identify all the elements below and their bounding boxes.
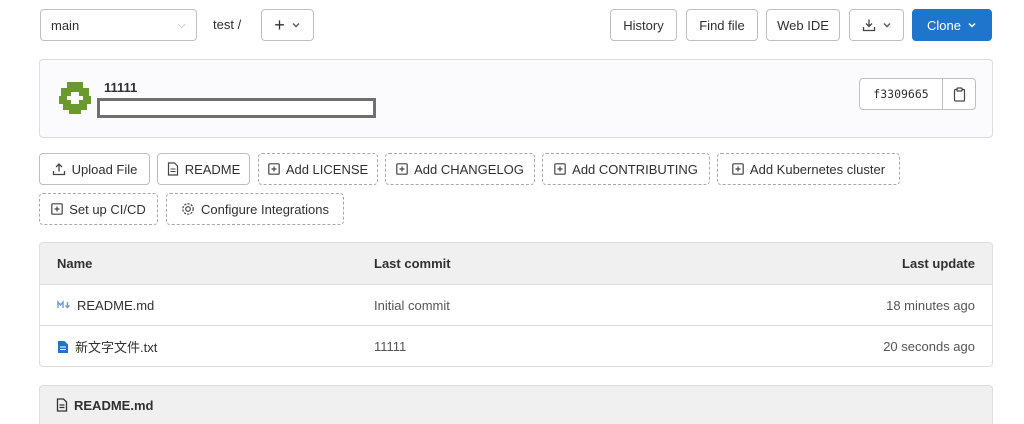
plus-square-icon (268, 163, 280, 175)
upload-file-label: Upload File (71, 161, 138, 177)
plus-icon: + (274, 15, 285, 35)
file-name: README.md (77, 297, 155, 313)
readme-label: README (184, 161, 241, 177)
history-button[interactable]: History (610, 9, 677, 41)
clone-button[interactable]: Clone (912, 9, 992, 41)
find-file-label: Find file (699, 17, 745, 33)
document-icon (167, 162, 179, 176)
readme-header: README.md (39, 385, 993, 424)
markdown-icon (57, 300, 71, 310)
file-link[interactable]: README.md (57, 298, 154, 313)
updated-time: 18 minutes ago (886, 297, 975, 313)
commit-sha-button[interactable]: f3309665 (860, 79, 943, 109)
plus-square-icon (732, 163, 744, 175)
add-contributing-button[interactable]: Add CONTRIBUTING (542, 153, 710, 185)
breadcrumb: test / (213, 17, 242, 32)
chevron-down-icon: ⌵ (177, 18, 186, 31)
commit-message-link[interactable]: 11111 (374, 326, 406, 366)
add-changelog-button[interactable]: Add CHANGELOG (385, 153, 535, 185)
chevron-down-icon (967, 20, 977, 30)
redacted-author (97, 98, 376, 118)
file-tree-table: Name Last commit Last update README.md I… (39, 242, 993, 367)
clone-label: Clone (927, 17, 961, 33)
setup-ci-cd-label: Set up CI/CD (69, 201, 146, 217)
add-license-label: Add LICENSE (285, 161, 369, 177)
plus-square-icon (396, 163, 408, 175)
add-contributing-label: Add CONTRIBUTING (572, 161, 698, 177)
table-header: Name Last commit Last update (40, 243, 992, 285)
upload-icon (52, 162, 66, 176)
table-row[interactable]: 新文字文件.txt 11111 20 seconds ago (40, 326, 992, 366)
history-label: History (623, 17, 664, 33)
plus-square-icon (51, 203, 64, 215)
plus-square-icon (554, 163, 566, 175)
chevron-down-icon (882, 20, 892, 30)
copy-sha-button[interactable] (943, 79, 975, 109)
file-name: 新文字文件.txt (75, 340, 158, 355)
add-kubernetes-cluster-label: Add Kubernetes cluster (749, 161, 886, 177)
document-icon (56, 398, 68, 412)
web-ide-button[interactable]: Web IDE (766, 9, 840, 41)
readme-button[interactable]: README (157, 153, 250, 185)
updated-time: 20 seconds ago (883, 339, 975, 354)
column-header-name: Name (57, 256, 93, 271)
add-changelog-label: Add CHANGELOG (414, 161, 524, 177)
chevron-down-icon (291, 20, 301, 30)
column-header-last-update: Last update (902, 256, 975, 271)
avatar[interactable] (57, 80, 93, 116)
clipboard-icon (953, 86, 966, 102)
table-row[interactable]: README.md Initial commit 18 minutes ago (40, 285, 992, 326)
configure-integrations-label: Configure Integrations (201, 201, 329, 217)
download-icon (862, 18, 876, 32)
web-ide-label: Web IDE (777, 17, 829, 33)
column-header-last-commit: Last commit (374, 256, 451, 271)
add-kubernetes-cluster-button[interactable]: Add Kubernetes cluster (717, 153, 900, 185)
commit-sha-group: f3309665 (859, 78, 976, 110)
add-license-button[interactable]: Add LICENSE (258, 153, 378, 185)
commit-title-link[interactable]: 11111 (104, 80, 137, 95)
gear-icon (181, 202, 195, 216)
add-to-tree-button[interactable]: + (261, 9, 314, 41)
commit-message-link[interactable]: Initial commit (374, 285, 450, 325)
configure-integrations-button[interactable]: Configure Integrations (166, 193, 344, 225)
find-file-button[interactable]: Find file (686, 9, 758, 41)
branch-selector[interactable]: main ⌵ (40, 9, 197, 41)
text-file-icon (57, 340, 69, 354)
file-link[interactable]: 新文字文件.txt (57, 337, 157, 356)
upload-file-button[interactable]: Upload File (39, 153, 150, 185)
readme-title: README.md (74, 397, 154, 413)
branch-name: main (51, 17, 80, 33)
download-button[interactable] (849, 9, 904, 41)
setup-ci-cd-button[interactable]: Set up CI/CD (39, 193, 158, 225)
